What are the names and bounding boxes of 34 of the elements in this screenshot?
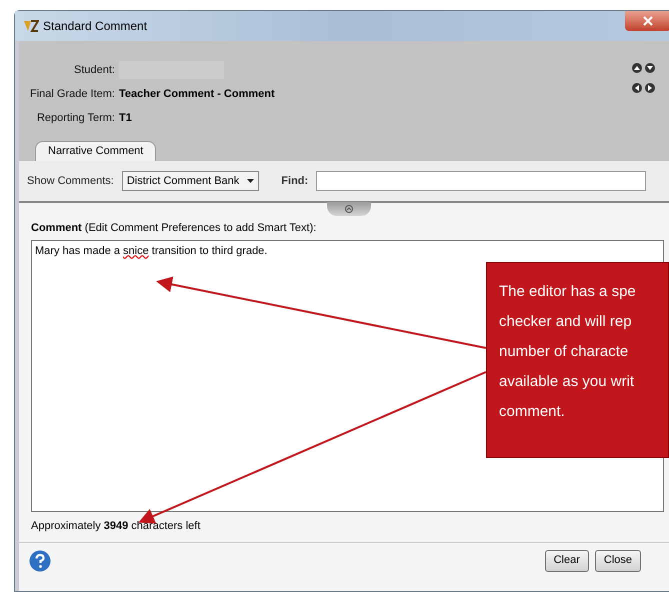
down-arrow-icon[interactable]	[645, 63, 655, 73]
field-value: Teacher Comment - Comment	[119, 86, 275, 102]
show-comments-label: Show Comments:	[27, 174, 114, 189]
dialog-button[interactable]: Close	[594, 550, 641, 572]
right-arrow-icon[interactable]	[645, 83, 655, 93]
caret-icon	[247, 179, 254, 183]
up-arrow-icon	[345, 205, 353, 213]
callout-text: number of characte	[499, 342, 630, 362]
field-label: Student:	[73, 62, 116, 78]
close-icon	[643, 16, 653, 26]
callout-text: The editor has a spe	[499, 282, 637, 302]
callout-text: available as you writ	[499, 372, 636, 392]
comment-text: transition to third grade.	[150, 244, 268, 256]
callout-text: comment.	[499, 402, 566, 422]
characters-left-text: Approximately 3949 characters left	[31, 518, 202, 534]
close-button[interactable]	[625, 11, 669, 31]
tab[interactable]: Narrative Comment	[35, 141, 156, 161]
field-label: Final Grade Item:	[29, 86, 116, 102]
collapse-handle[interactable]	[327, 202, 371, 216]
comment-text: Mary has made a	[35, 244, 121, 256]
callout-text: checker and will rep	[499, 312, 633, 332]
comment-source-dropdown[interactable]: District Comment Bank	[122, 171, 260, 191]
help-icon[interactable]	[29, 550, 51, 572]
field-value: T1	[119, 110, 132, 126]
window-title: Standard Comment	[43, 18, 148, 35]
misspelled-word: snice	[123, 244, 149, 256]
find-label: Find:	[281, 174, 308, 189]
comment-label: Comment (Edit Comment Preferences to add Smart Text):	[31, 221, 318, 236]
app-icon	[23, 19, 39, 33]
left-arrow-icon[interactable]	[632, 83, 642, 93]
field-label: Reporting Term:	[36, 110, 116, 126]
up-arrow-icon[interactable]	[632, 63, 642, 73]
find-field[interactable]	[316, 171, 646, 191]
dialog-button[interactable]: Clear	[544, 550, 589, 572]
